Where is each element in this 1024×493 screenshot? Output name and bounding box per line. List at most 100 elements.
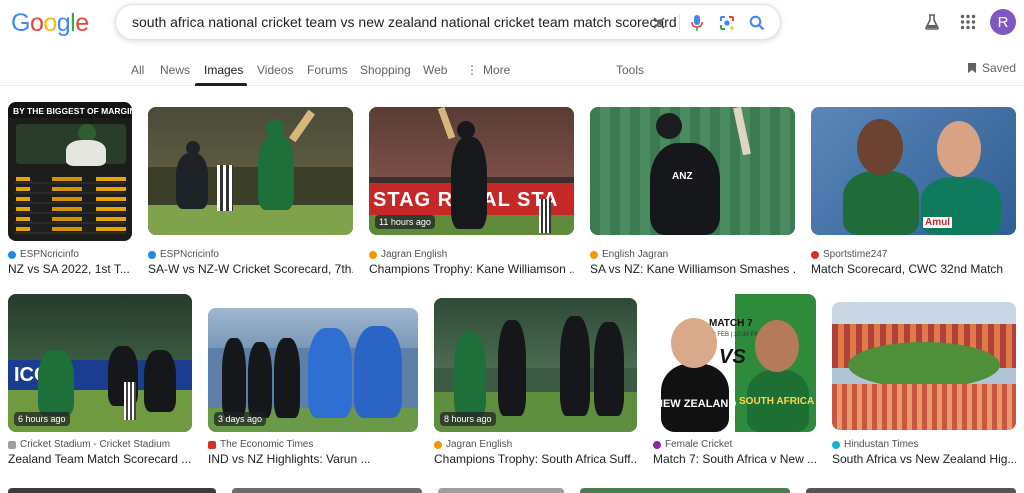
saved-label: Saved	[982, 61, 1017, 75]
hindustan-times-favicon-icon	[832, 440, 840, 449]
time-badge: 8 hours ago	[440, 412, 496, 426]
image-result-10[interactable]: Hindustan Times South Africa vs New Zeal…	[832, 302, 1016, 474]
clear-icon[interactable]	[648, 12, 670, 34]
result-source-label: English Jagran	[602, 249, 669, 260]
result-title[interactable]: Champions Trophy: Kane Williamson ...	[369, 262, 574, 276]
tab-all[interactable]: All	[131, 63, 144, 77]
jagran-favicon-icon	[434, 440, 442, 449]
result-source-label: Female Cricket	[665, 439, 733, 450]
tab-more-label: More	[483, 63, 511, 77]
image-result-1[interactable]: BY THE BIGGEST OF MARGINS ESPNcricinfo N…	[8, 102, 132, 282]
result-source-label: ESPNcricinfo	[160, 249, 219, 260]
google-logo[interactable]: Google	[11, 9, 89, 38]
result-title[interactable]: Match 7: South Africa v New ...	[653, 452, 816, 466]
image-result-9[interactable]: MATCH 7 13 FEB | 10:30 PM IST NEW ZEALAN…	[653, 294, 816, 474]
result-thumbnail[interactable]: 8 hours ago	[434, 298, 637, 432]
time-badge: 11 hours ago	[375, 215, 435, 229]
result-source[interactable]: The Economic Times	[208, 439, 313, 450]
result-source[interactable]: Sportstime247	[811, 249, 887, 260]
image-result-7[interactable]: 3 days ago The Economic Times IND vs NZ …	[208, 308, 418, 474]
apps-grid-icon[interactable]	[956, 10, 980, 34]
result-source-label: The Economic Times	[220, 439, 314, 450]
tab-images[interactable]: Images	[204, 63, 243, 77]
tab-web[interactable]: Web	[423, 63, 447, 77]
result-source[interactable]: Hindustan Times	[832, 439, 918, 450]
image-result-partial[interactable]	[580, 488, 790, 493]
tab-news[interactable]: News	[160, 63, 190, 77]
result-title[interactable]: Zealand Team Match Scorecard ...	[8, 452, 192, 466]
female-cricket-favicon-icon	[653, 440, 661, 449]
result-source[interactable]: Female Cricket	[653, 439, 732, 450]
labs-flask-icon[interactable]	[920, 10, 944, 34]
result-source-label: Jagran English	[446, 439, 513, 450]
image-result-partial[interactable]	[806, 488, 1016, 493]
result-title[interactable]: IND vs NZ Highlights: Varun ...	[208, 452, 418, 466]
tab-videos[interactable]: Videos	[257, 63, 293, 77]
avatar[interactable]: R	[990, 9, 1016, 35]
tools-button[interactable]: Tools	[616, 63, 644, 77]
result-thumbnail[interactable]	[832, 302, 1016, 430]
jersey-text: ANZ	[672, 171, 693, 182]
saved-button[interactable]: Saved	[967, 61, 1016, 75]
jagran-favicon-icon	[590, 250, 598, 259]
image-result-4[interactable]: ANZ English Jagran SA vs NZ: Kane Willia…	[590, 107, 795, 282]
result-title[interactable]: SA-W vs NZ-W Cricket Scorecard, 7th...	[148, 262, 353, 276]
result-source-label: ESPNcricinfo	[20, 249, 79, 260]
result-title[interactable]: South Africa vs New Zealand Hig...	[832, 452, 1016, 466]
lens-icon[interactable]	[716, 12, 738, 34]
economic-times-favicon-icon	[208, 440, 216, 449]
result-thumbnail[interactable]: MATCH 7 13 FEB | 10:30 PM IST NEW ZEALAN…	[653, 294, 816, 432]
tab-forums[interactable]: Forums	[307, 63, 348, 77]
jersey-text: Amul	[923, 217, 952, 228]
image-result-2[interactable]: ESPNcricinfo SA-W vs NZ-W Cricket Scorec…	[148, 107, 353, 282]
result-source-label: Jagran English	[381, 249, 448, 260]
result-source-label: Hindustan Times	[844, 439, 919, 450]
search-divider	[679, 14, 680, 32]
result-thumbnail[interactable]: ANZ	[590, 107, 795, 235]
search-icon[interactable]	[746, 12, 768, 34]
match-number: MATCH 7	[709, 318, 753, 329]
image-result-5[interactable]: Amul Sportstime247 Match Scorecard, CWC …	[811, 107, 1016, 282]
result-title[interactable]: Match Scorecard, CWC 32nd Match	[811, 262, 1016, 276]
search-input[interactable]: south africa national cricket team vs ne…	[132, 14, 677, 30]
sportstime-favicon-icon	[811, 250, 819, 259]
search-tabs: All News Images Videos Forums Shopping W…	[0, 56, 1024, 86]
result-thumbnail[interactable]: Amul	[811, 107, 1016, 235]
result-source-label: Sportstime247	[823, 249, 888, 260]
header: Google south africa national cricket tea…	[0, 0, 1024, 56]
result-source[interactable]: Jagran English	[369, 249, 447, 260]
tab-shopping[interactable]: Shopping	[360, 63, 411, 77]
time-badge: 6 hours ago	[14, 412, 70, 426]
result-thumbnail[interactable]: BY THE BIGGEST OF MARGINS	[8, 102, 132, 241]
team-left: NEW ZEALAND	[655, 398, 737, 410]
image-result-partial[interactable]	[232, 488, 422, 493]
bookmark-icon	[968, 63, 976, 73]
search-box[interactable]: south africa national cricket team vs ne…	[115, 4, 781, 40]
result-thumbnail[interactable]: ICC 6 hours ago	[8, 294, 192, 432]
result-thumbnail[interactable]: STAG ROYAL STA 11 hours ago	[369, 107, 574, 235]
more-dots-icon: ⋮	[466, 63, 478, 77]
thumbnail-headline: BY THE BIGGEST OF MARGINS	[13, 106, 132, 116]
result-source[interactable]: English Jagran	[590, 249, 668, 260]
active-tab-indicator	[195, 83, 247, 86]
image-result-8[interactable]: 8 hours ago Jagran English Champions Tro…	[434, 298, 637, 474]
microphone-icon[interactable]	[686, 12, 708, 34]
jagran-favicon-icon	[369, 250, 377, 259]
image-result-partial[interactable]	[438, 488, 564, 493]
image-result-3[interactable]: STAG ROYAL STA 11 hours ago Jagran Engli…	[369, 107, 574, 282]
image-result-partial[interactable]	[8, 488, 216, 493]
result-source[interactable]: ESPNcricinfo	[8, 249, 79, 260]
result-source[interactable]: ESPNcricinfo	[148, 249, 219, 260]
espn-favicon-icon	[8, 250, 16, 259]
tab-more[interactable]: ⋮ More	[466, 63, 510, 77]
result-source-label: Cricket Stadium - Cricket Stadium	[20, 439, 171, 450]
result-thumbnail[interactable]: 3 days ago	[208, 308, 418, 432]
result-thumbnail[interactable]	[148, 107, 353, 235]
result-source[interactable]: Cricket Stadium - Cricket Stadium	[8, 439, 170, 450]
result-source[interactable]: Jagran English	[434, 439, 512, 450]
espn-favicon-icon	[148, 250, 156, 259]
image-result-6[interactable]: ICC 6 hours ago Cricket Stadium - Cricke…	[8, 294, 192, 474]
result-title[interactable]: Champions Trophy: South Africa Suff...	[434, 452, 637, 466]
result-title[interactable]: SA vs NZ: Kane Williamson Smashes ...	[590, 262, 795, 276]
result-title[interactable]: NZ vs SA 2022, 1st T...	[8, 262, 132, 276]
